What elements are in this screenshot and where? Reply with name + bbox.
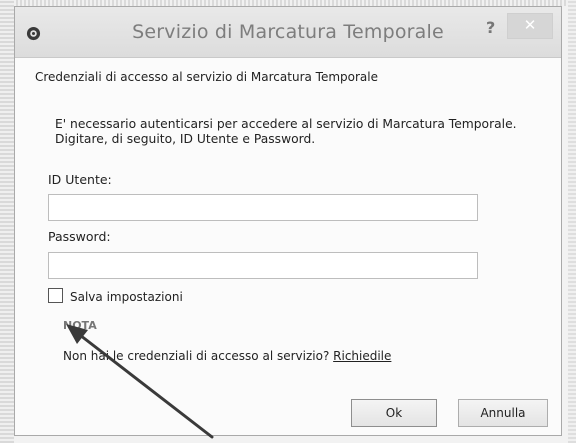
login-dialog: Servizio di Marcatura Temporale ? ✕ Cred… xyxy=(14,6,562,436)
request-credentials-text: Non hai le credenziali di accesso al ser… xyxy=(63,349,330,363)
cancel-button[interactable]: Annulla xyxy=(458,399,548,427)
scan-edge-right xyxy=(568,0,576,443)
close-button[interactable]: ✕ xyxy=(507,13,553,39)
screenshot-page: Servizio di Marcatura Temporale ? ✕ Cred… xyxy=(0,0,576,443)
note-label: NOTA xyxy=(63,319,97,332)
user-id-label: ID Utente: xyxy=(48,172,112,187)
description-line-2: Digitare, di seguito, ID Utente e Passwo… xyxy=(55,132,316,146)
request-credentials-line: Non hai le credenziali di accesso al ser… xyxy=(63,349,391,363)
description-line-1: E' necessario autenticarsi per accedere … xyxy=(55,117,517,131)
help-button[interactable]: ? xyxy=(486,18,495,37)
scan-edge-left xyxy=(0,0,14,443)
password-label: Password: xyxy=(48,229,111,244)
save-settings-label[interactable]: Salva impostazioni xyxy=(70,290,183,304)
user-id-field[interactable] xyxy=(48,194,478,221)
window-title: Servizio di Marcatura Temporale xyxy=(132,21,444,43)
request-credentials-link[interactable]: Richiedile xyxy=(333,349,391,363)
dialog-heading: Credenziali di accesso al servizio di Ma… xyxy=(35,70,378,84)
password-field[interactable] xyxy=(48,252,478,279)
ok-button[interactable]: Ok xyxy=(351,399,437,427)
title-bar: Servizio di Marcatura Temporale ? ✕ xyxy=(15,7,561,58)
save-settings-checkbox[interactable] xyxy=(48,288,63,303)
description: E' necessario autenticarsi per accedere … xyxy=(55,117,555,147)
